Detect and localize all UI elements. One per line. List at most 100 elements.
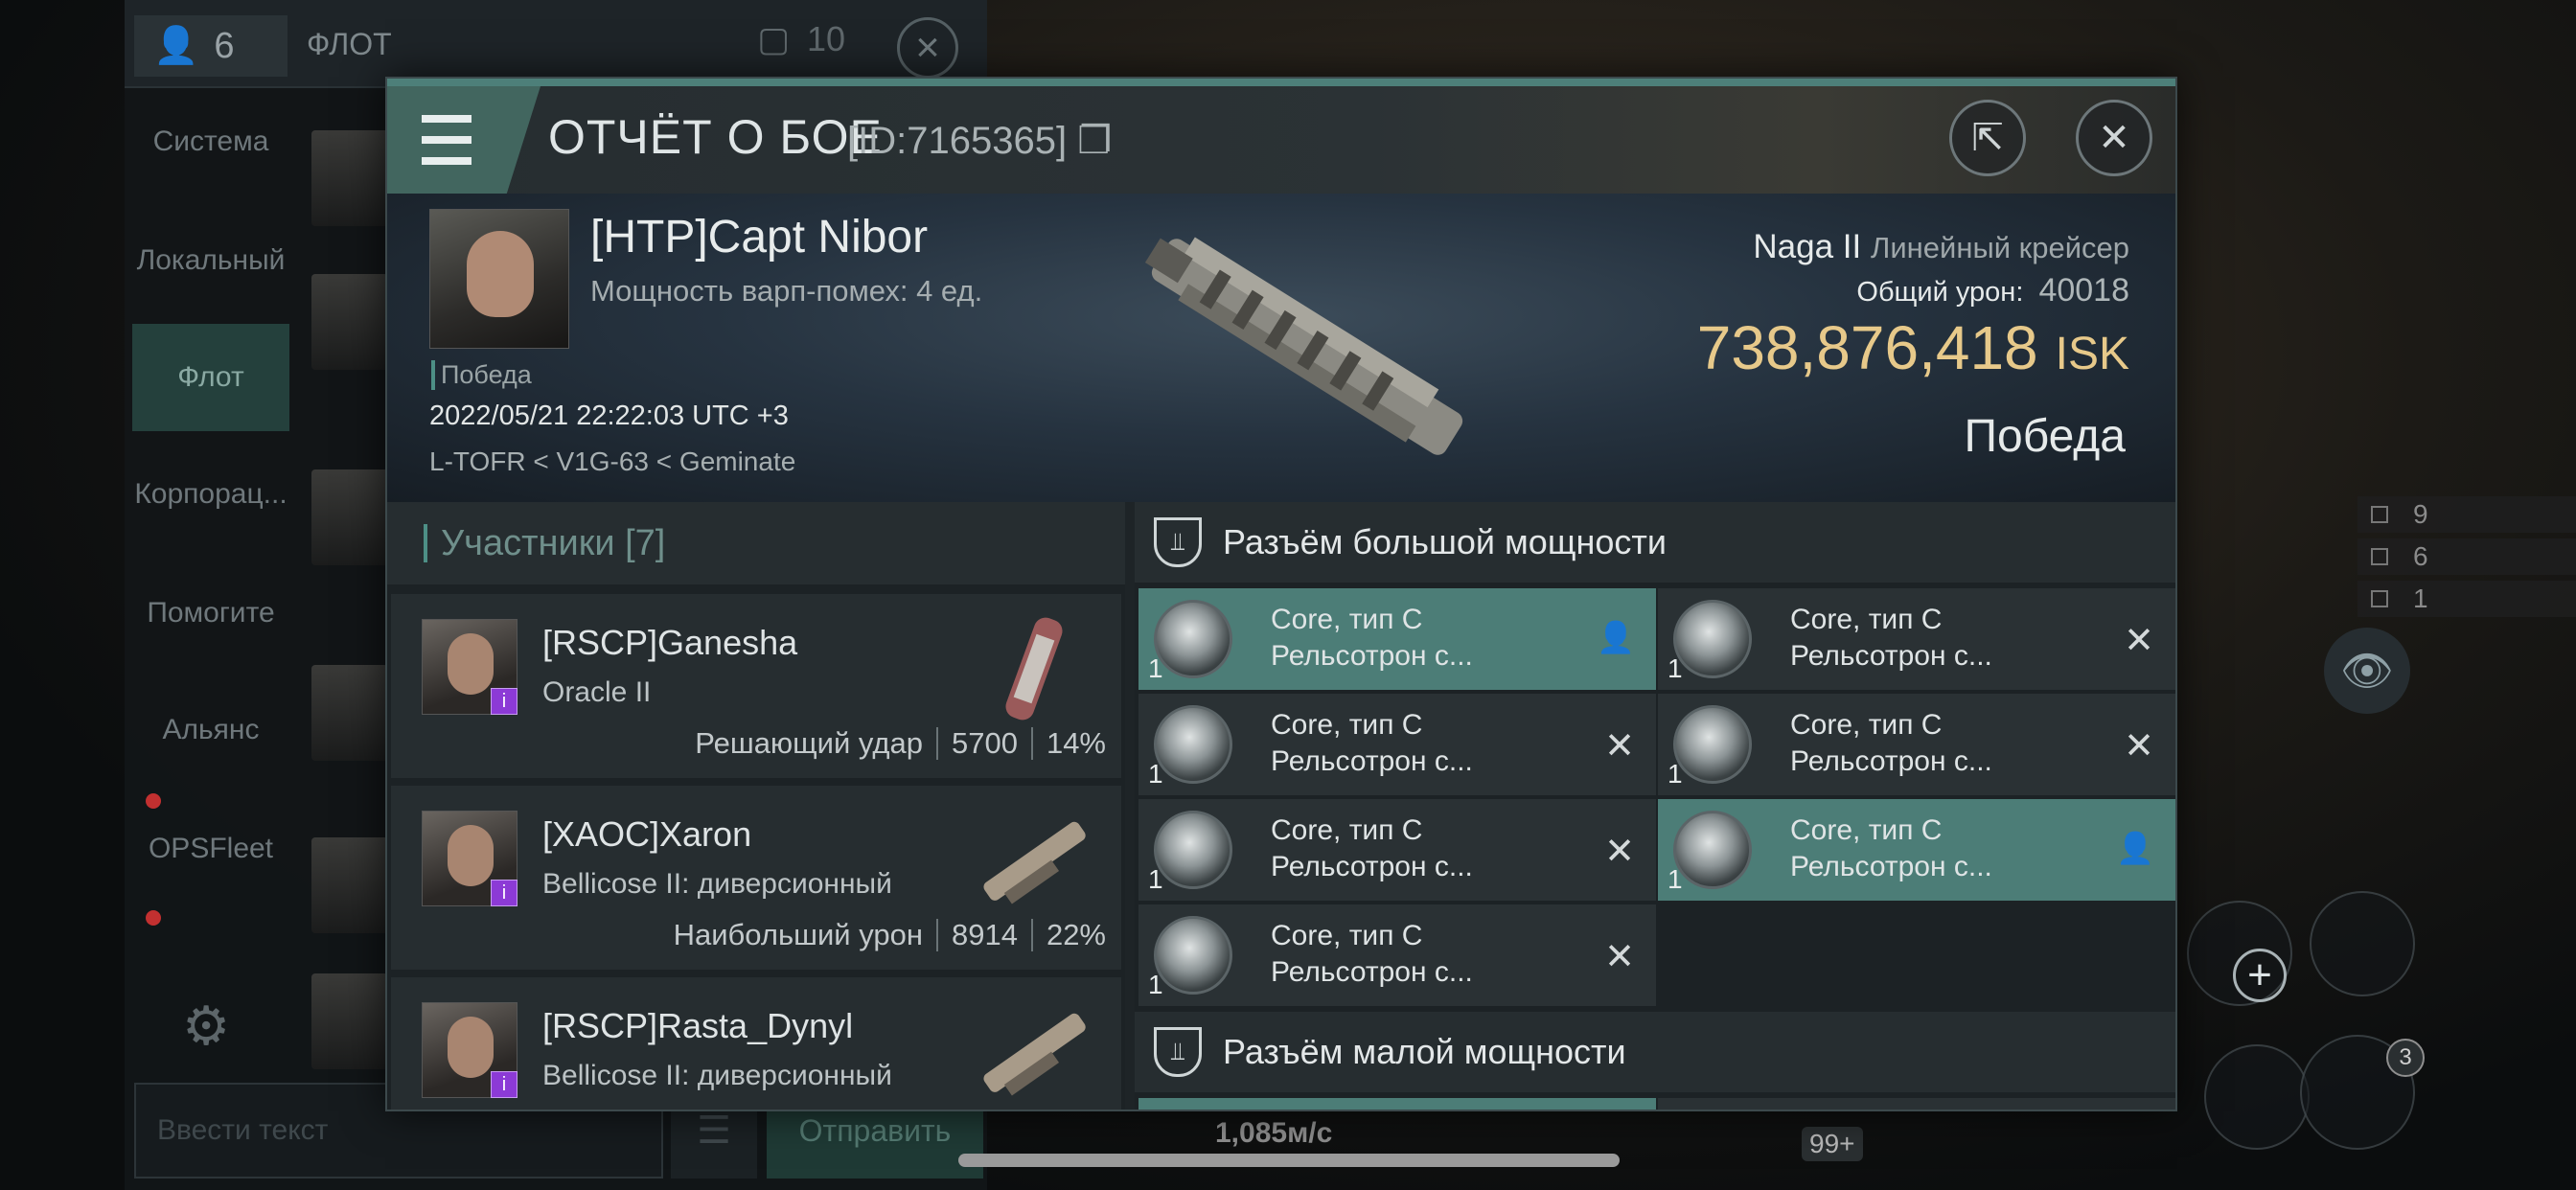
stat-damage: 5700 (951, 726, 1018, 760)
participant-ship: Bellicose II: диверсионный (542, 868, 892, 900)
low-slot-icon: ⫫ (1154, 1027, 1202, 1077)
fleet-capacity-value: 10 (807, 19, 846, 58)
module-qty: 1 (1148, 653, 1163, 683)
tab-opsfleet[interactable]: OPSFleet (132, 795, 289, 903)
module-subtitle: Рельсотрон с... (1790, 640, 1992, 672)
participant-ship: Bellicose II: диверсионный (542, 1060, 892, 1091)
destroyed-icon: ✕ (1604, 937, 1635, 977)
high-slot-icon: ⫫ (1154, 517, 1202, 567)
tab-alliance[interactable]: Альянс (132, 676, 289, 784)
hud-counter-value: 6 (2413, 541, 2428, 571)
module-item[interactable]: 1 Core, тип C Рельсотрон с... ✕ (1658, 694, 2175, 795)
module-item[interactable]: 1 Core, тип C Рельсотрон с... ✕ (1138, 694, 1656, 795)
battle-datetime: 2022/05/21 22:22:03 UTC +3 (429, 400, 789, 431)
close-button[interactable]: ✕ (2076, 100, 2152, 176)
module-slot[interactable] (2310, 891, 2415, 996)
user-icon: 👤 (153, 26, 199, 66)
module-item-partial[interactable] (1658, 1098, 2175, 1110)
fleet-member-count[interactable]: 👤 6 (134, 15, 288, 77)
module-slot[interactable] (2204, 1044, 2310, 1150)
tab-help[interactable]: Помогите (132, 560, 289, 667)
module-item[interactable]: 1 Core, тип C Рельсотрон с... 👤 (1138, 588, 1656, 690)
destroyed-icon: ✕ (2124, 726, 2154, 767)
destroyed-icon: ✕ (2124, 621, 2154, 661)
warp-disrupt-strength: Мощность варп-помех: 4 ед. (590, 274, 983, 308)
result-title: Победа (1964, 411, 2127, 462)
tab-local[interactable]: Локальный (132, 207, 289, 314)
module-item-partial[interactable] (1138, 1098, 1656, 1110)
hud-counter-value: 9 (2413, 499, 2428, 529)
fleet-close-button[interactable]: × (897, 17, 958, 79)
victim-portrait[interactable] (429, 209, 569, 349)
avatar (311, 130, 388, 226)
hamburger-icon (422, 108, 472, 172)
participant-row[interactable]: i [XAOC]Xaron Bellicose II: диверсионный… (391, 786, 1121, 970)
divider (1030, 727, 1033, 760)
copy-icon[interactable]: ❐ (1077, 120, 1112, 162)
participant-ship: Oracle II (542, 676, 652, 708)
total-damage-label: Общий урон: (1856, 277, 2024, 308)
gear-icon[interactable]: ⚙ (182, 995, 230, 1058)
battle-location[interactable]: L-TOFR < V1G-63 < Geminate (429, 446, 795, 477)
railgun-icon (1154, 705, 1232, 784)
module-subtitle: Рельсотрон с... (1790, 851, 1992, 882)
participant-row[interactable]: i [RSCP]Rasta_Dynyl Bellicose II: диверс… (391, 977, 1121, 1110)
home-indicator[interactable] (958, 1154, 1620, 1167)
module-item[interactable]: 1 Core, тип C Рельсотрон с... 👤 (1658, 799, 2175, 901)
hud-counter: 9 (2358, 496, 2576, 533)
stat-damage: 8914 (951, 918, 1018, 951)
module-name: Core, тип C (1790, 604, 1943, 635)
avatar (311, 469, 388, 565)
module-qty: 1 (1668, 759, 1683, 789)
participants-header: Участники [7] (387, 502, 1125, 584)
info-icon[interactable]: i (491, 880, 518, 906)
railgun-icon (1154, 811, 1232, 889)
tab-system[interactable]: Система (132, 88, 289, 195)
info-icon[interactable]: i (491, 688, 518, 715)
module-qty: 1 (1148, 864, 1163, 894)
ship-image (1144, 237, 1463, 455)
info-icon[interactable]: i (491, 1071, 518, 1098)
high-slot-header: ⫫ Разъём большой мощности (1135, 502, 2175, 583)
participant-name: [XAOC]Xaron (542, 814, 752, 854)
dropped-icon: 👤 (1597, 620, 1635, 654)
participant-row[interactable]: i [RSCP]Ganesha Oracle II Решающий удар … (391, 594, 1121, 778)
stat-percent: 22% (1046, 918, 1106, 951)
module-item[interactable]: 1 Core, тип C Рельсотрон с... ✕ (1138, 799, 1656, 901)
avatar (311, 274, 388, 370)
combat-report-window: ОТЧЁТ О БОЕ [ID:7165365] ❐ ⇱ ✕ [HTP]Capt… (385, 77, 2177, 1111)
isk-amount: 738,876,418 (1696, 313, 2038, 382)
fleet-capacity: ▢ 10 (757, 19, 845, 59)
module-qty: 1 (1148, 970, 1163, 999)
participants-panel: Участники [7] i [RSCP]Ganesha Oracle II … (387, 502, 1125, 1110)
railgun-icon (1673, 811, 1752, 889)
victim-name[interactable]: [HTP]Capt Nibor (590, 211, 928, 263)
module-subtitle: Рельсотрон с... (1271, 640, 1473, 672)
ship-info[interactable]: Naga II Линейный крейсер (1753, 228, 2129, 266)
module-item[interactable]: 1 Core, тип C Рельсотрон с... ✕ (1138, 904, 1656, 1006)
railgun-icon (1673, 705, 1752, 784)
avatar (311, 837, 388, 933)
share-button[interactable]: ⇱ (1949, 100, 2026, 176)
module-item[interactable]: 1 Core, тип C Рельсотрон с... ✕ (1658, 588, 2175, 690)
stat-percent: 14% (1046, 726, 1106, 760)
low-slot-title: Разъём малой мощности (1223, 1032, 1626, 1071)
speed-readout: 1,085м/с (1215, 1117, 1333, 1149)
tab-corporation[interactable]: Корпорац... (132, 441, 289, 548)
isk-value: 738,876,418 ISK (1697, 312, 2129, 383)
eye-icon[interactable]: 👁 (2324, 628, 2410, 714)
result-label: Победа (431, 360, 532, 390)
stat-label: Решающий удар (695, 726, 923, 760)
add-icon[interactable]: + (2233, 949, 2287, 1002)
hostile-icon (2371, 506, 2388, 523)
fleet-title: ФЛОТ (307, 27, 392, 61)
report-id[interactable]: [ID:7165365] ❐ (847, 119, 1112, 163)
members-icon: ▢ (757, 19, 791, 58)
destroyed-icon: ✕ (1604, 832, 1635, 872)
module-qty: 1 (1668, 864, 1683, 894)
module-subtitle: Рельсотрон с... (1271, 851, 1473, 882)
report-id-text: [ID:7165365] (847, 120, 1068, 162)
tab-fleet[interactable]: Флот (132, 324, 289, 431)
window-accent-bar (387, 79, 2175, 86)
participant-name: [RSCP]Rasta_Dynyl (542, 1006, 854, 1045)
